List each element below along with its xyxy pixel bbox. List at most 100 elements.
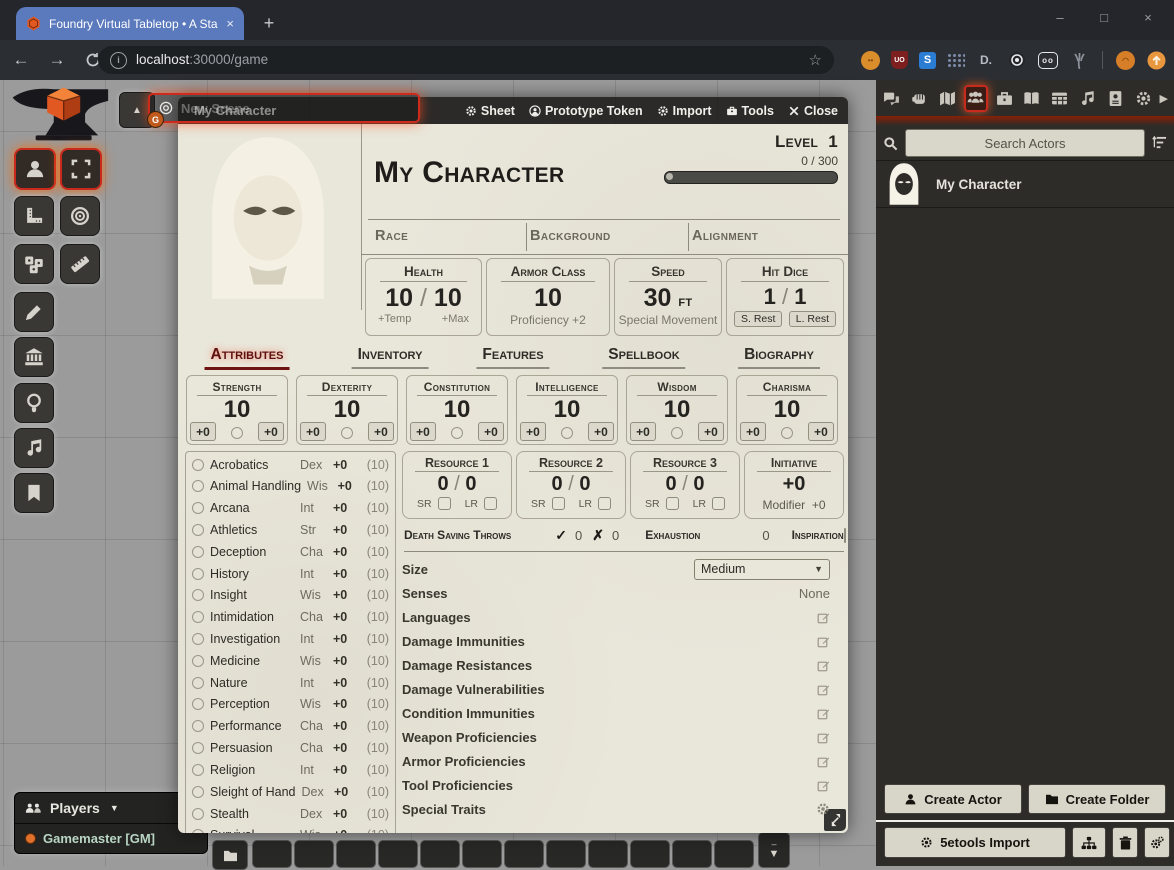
inspiration-checkbox[interactable]: [844, 528, 846, 543]
skill-proficiency-radio[interactable]: [192, 568, 204, 580]
edit-icon[interactable]: [817, 683, 830, 696]
sr-checkbox[interactable]: [552, 497, 565, 510]
skill-row-animal-handling[interactable]: Animal HandlingWis+0(10): [192, 476, 389, 497]
skill-row-insight[interactable]: InsightWis+0(10): [192, 585, 389, 606]
settings-button[interactable]: [1144, 827, 1170, 858]
ability-score[interactable]: 10: [407, 397, 507, 422]
skill-row-acrobatics[interactable]: AcrobaticsDex+0(10): [192, 454, 389, 475]
ability-constitution[interactable]: Constitution10+0+0: [406, 375, 508, 445]
window-close-button[interactable]: ×: [1126, 0, 1170, 34]
page-info-icon[interactable]: i: [110, 52, 127, 69]
skill-row-perception[interactable]: PerceptionWis+0(10): [192, 694, 389, 715]
back-icon[interactable]: ←: [6, 45, 36, 75]
token-tool-button[interactable]: [14, 148, 56, 190]
macro-slot[interactable]: [294, 840, 334, 868]
initiative-value[interactable]: +0: [745, 473, 843, 495]
sr-checkbox[interactable]: [666, 497, 679, 510]
scene-nav-item[interactable]: New Scene G: [148, 93, 420, 123]
delete-button[interactable]: [1112, 827, 1138, 858]
skill-proficiency-radio[interactable]: [192, 459, 204, 471]
bookmark-star-icon[interactable]: ☆: [809, 51, 822, 69]
import-button[interactable]: Import: [657, 104, 712, 118]
proficiency-radio[interactable]: [781, 427, 793, 439]
sidebar-tab-tables[interactable]: [1048, 85, 1072, 112]
ability-score[interactable]: 10: [187, 397, 287, 422]
ability-save-mod[interactable]: +0: [300, 422, 326, 441]
proficiency-radio[interactable]: [231, 427, 243, 439]
sounds-tool-button[interactable]: [14, 428, 54, 468]
tools-button[interactable]: Tools: [726, 104, 774, 118]
ability-check-mod[interactable]: +0: [808, 422, 834, 441]
skill-proficiency-radio[interactable]: [192, 764, 204, 776]
skill-row-survival[interactable]: SurvivalWis+0(10): [192, 825, 389, 833]
sidebar-tab-items[interactable]: [992, 85, 1016, 112]
skill-row-sleight-of-hand[interactable]: Sleight of HandDex+0(10): [192, 781, 389, 802]
resource-value[interactable]: 0 / 0: [517, 473, 625, 495]
skill-proficiency-radio[interactable]: [192, 677, 204, 689]
ability-score[interactable]: 10: [737, 397, 837, 422]
ability-save-mod[interactable]: +0: [740, 422, 766, 441]
cookie-extension-icon[interactable]: ••: [861, 51, 880, 70]
tab-attributes[interactable]: Attributes: [205, 346, 290, 370]
proficiency-radio[interactable]: [671, 427, 683, 439]
ability-score[interactable]: 10: [517, 397, 617, 422]
macro-slot[interactable]: [588, 840, 628, 868]
close-button[interactable]: Close: [788, 104, 838, 118]
sidebar-tab-actors[interactable]: [964, 85, 988, 112]
skill-row-arcana[interactable]: ArcanaInt+0(10): [192, 498, 389, 519]
skill-proficiency-radio[interactable]: [192, 502, 204, 514]
skill-row-persuasion[interactable]: PersuasionCha+0(10): [192, 738, 389, 759]
speed-value[interactable]: 30: [644, 284, 672, 312]
folder-tree-button[interactable]: [1072, 827, 1106, 858]
skill-row-medicine[interactable]: MedicineWis+0(10): [192, 650, 389, 671]
avatar-extension-icon[interactable]: ◠: [1116, 51, 1135, 70]
skill-proficiency-radio[interactable]: [192, 633, 204, 645]
sidebar-tab-playlists[interactable]: [1076, 85, 1100, 112]
short-rest-button[interactable]: S. Rest: [734, 311, 782, 327]
ability-dexterity[interactable]: Dexterity10+0+0: [296, 375, 398, 445]
5etools-import-button[interactable]: 5etools Import: [884, 827, 1066, 858]
window-maximize-button[interactable]: □: [1082, 0, 1126, 34]
death-success-icon[interactable]: ✓: [555, 527, 567, 544]
skill-row-intimidation[interactable]: IntimidationCha+0(10): [192, 607, 389, 628]
ability-check-mod[interactable]: +0: [588, 422, 614, 441]
hp-temp-label[interactable]: +Temp: [378, 313, 411, 325]
resource-2-box[interactable]: Resource 20 / 0SRLR: [516, 451, 626, 519]
special-movement-label[interactable]: Special Movement: [615, 313, 721, 327]
skill-proficiency-radio[interactable]: [192, 589, 204, 601]
skill-row-history[interactable]: HistoryInt+0(10): [192, 563, 389, 584]
long-rest-button[interactable]: L. Rest: [789, 311, 836, 327]
s-ext-extension-icon[interactable]: S: [919, 52, 936, 69]
skill-row-stealth[interactable]: StealthDex+0(10): [192, 803, 389, 824]
skill-row-athletics[interactable]: AthleticsStr+0(10): [192, 519, 389, 540]
search-actors-input[interactable]: [905, 129, 1145, 157]
macro-slot[interactable]: [378, 840, 418, 868]
skill-row-performance[interactable]: PerformanceCha+0(10): [192, 716, 389, 737]
race-field[interactable]: Race: [375, 228, 408, 244]
actor-avatar[interactable]: [884, 162, 924, 206]
ability-score[interactable]: 10: [297, 397, 397, 422]
exhaustion-value[interactable]: 0: [762, 528, 769, 543]
hit-dice-max[interactable]: 1: [794, 284, 806, 309]
create-actor-button[interactable]: Create Actor: [884, 784, 1022, 814]
sidebar-tab-combat[interactable]: [908, 85, 932, 112]
ability-check-mod[interactable]: +0: [478, 422, 504, 441]
proficiency-radio[interactable]: [451, 427, 463, 439]
tab-biography[interactable]: Biography: [738, 346, 820, 369]
death-failure-icon[interactable]: ✗: [592, 527, 604, 544]
proficiency-radio[interactable]: [561, 427, 573, 439]
level-value[interactable]: 1: [828, 132, 838, 151]
new-tab-button[interactable]: +: [256, 10, 282, 36]
proficiency-radio[interactable]: [341, 427, 353, 439]
actor-entry[interactable]: My Character: [876, 161, 1174, 208]
box-ext-extension-icon[interactable]: oo: [1038, 52, 1058, 69]
skill-proficiency-radio[interactable]: [192, 742, 204, 754]
hit-dice-box[interactable]: Hit Dice 1 / 1 S. Rest L. Rest: [726, 258, 844, 336]
skill-proficiency-radio[interactable]: [192, 786, 204, 798]
hotbar-page-control[interactable]: – ▼: [758, 832, 790, 868]
sheet-config-button[interactable]: Sheet: [465, 104, 515, 118]
chevron-down-icon[interactable]: ▼: [110, 803, 119, 813]
size-select[interactable]: Medium▼: [694, 559, 830, 580]
select-tool-button[interactable]: [60, 148, 102, 190]
target-tool-button[interactable]: [60, 196, 100, 236]
